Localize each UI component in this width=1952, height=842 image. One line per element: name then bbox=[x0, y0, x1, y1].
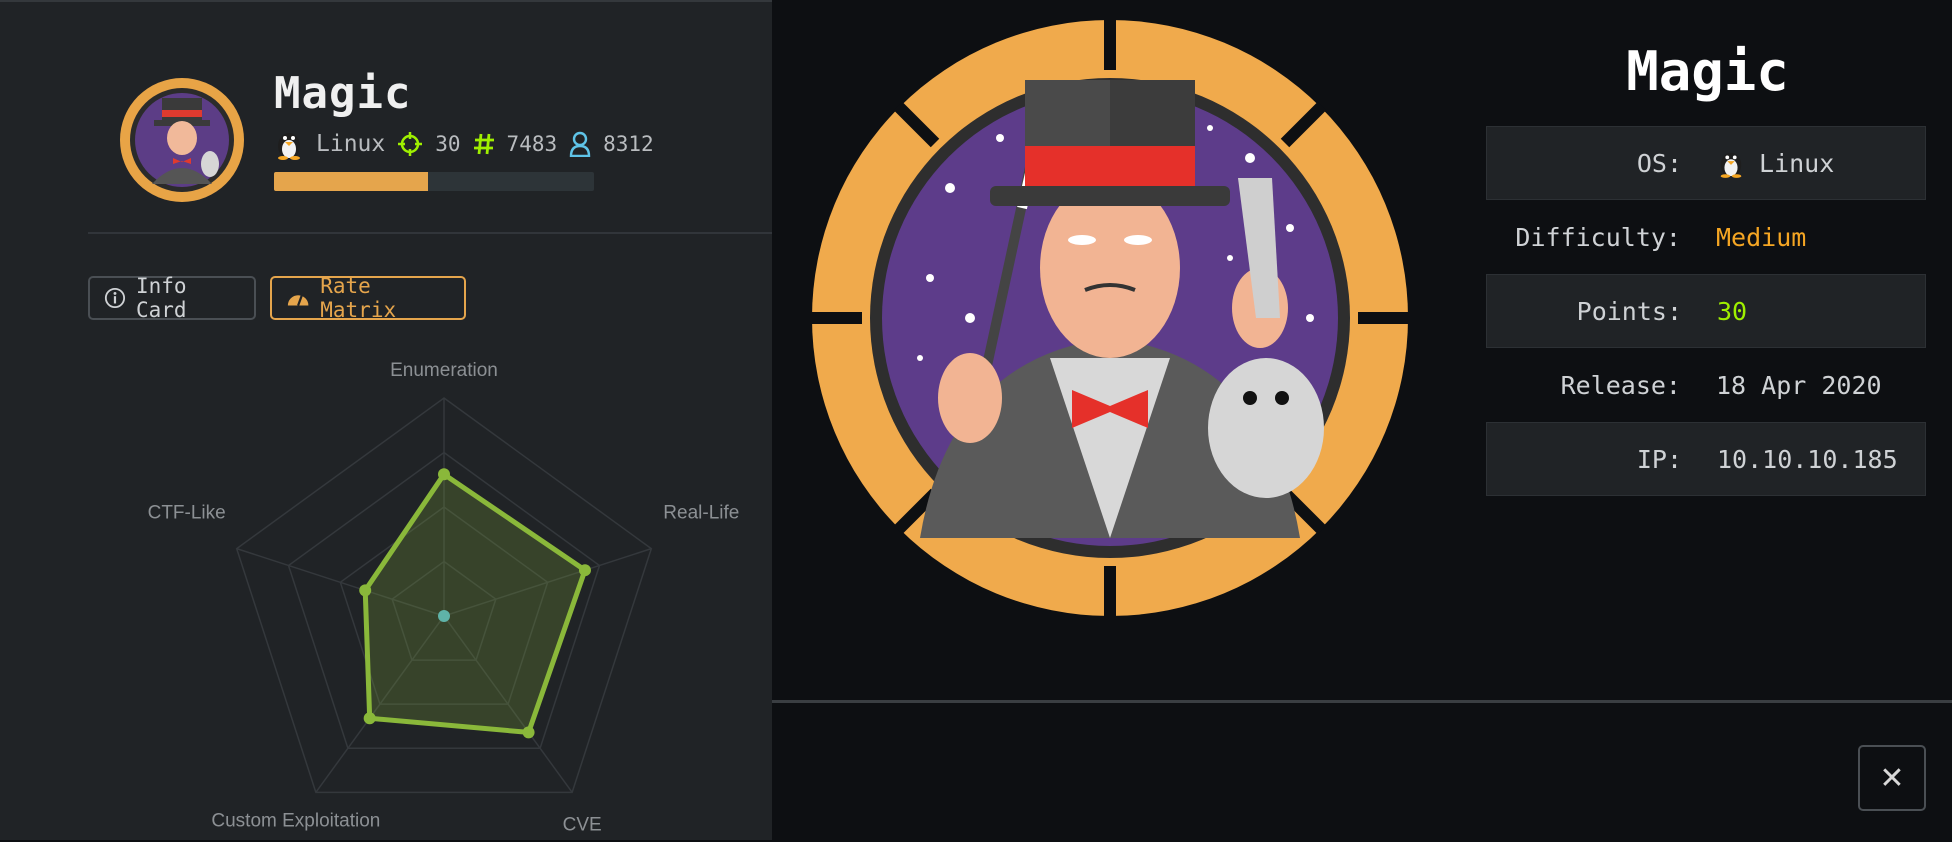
machine-details-table: OS: Linux Difficulty: Medium Points: 30 … bbox=[1486, 126, 1926, 496]
rate-matrix-radar-chart: Enumeration Real-Life CVE Custom Exploitati… bbox=[148, 360, 740, 835]
close-icon: ✕ bbox=[1879, 760, 1905, 796]
user-icon bbox=[569, 131, 591, 157]
details-row-difficulty: Difficulty: Medium bbox=[1486, 200, 1926, 274]
info-icon bbox=[104, 287, 126, 309]
details-row-points: Points: 30 bbox=[1486, 274, 1926, 348]
radar-point-enumeration bbox=[438, 468, 450, 481]
divider bbox=[88, 232, 772, 234]
machine-avatar-small bbox=[120, 78, 244, 202]
difficulty-value: Medium bbox=[1716, 222, 1807, 252]
radar-axis-label: Custom Exploitation bbox=[211, 810, 380, 831]
radar-axis-label: CTF-Like bbox=[148, 503, 226, 524]
os-row-value: Linux bbox=[1717, 147, 1834, 179]
details-row-ip: IP: 10.10.10.185 bbox=[1486, 422, 1926, 496]
radar-center-point bbox=[438, 610, 450, 622]
tab-rate-matrix[interactable]: Rate Matrix bbox=[270, 274, 466, 322]
ip-row-label: IP: bbox=[1636, 444, 1682, 474]
os-row-label: OS: bbox=[1636, 148, 1682, 178]
radar-axis-label: Real-Life bbox=[663, 503, 739, 524]
radar-point-custom-exploitation bbox=[363, 712, 376, 725]
details-title: Magic bbox=[1626, 40, 1789, 103]
radar-point-cve bbox=[522, 726, 535, 739]
crosshair-icon bbox=[398, 132, 423, 156]
difficulty-progress-bar bbox=[274, 172, 594, 191]
release-value: 18 Apr 2020 bbox=[1716, 370, 1882, 400]
radar-point-ctf-like bbox=[359, 584, 372, 597]
tab-info-card[interactable]: Info Card bbox=[88, 274, 256, 322]
os-value-text: Linux bbox=[1759, 148, 1835, 178]
close-button[interactable]: ✕ bbox=[1858, 745, 1926, 811]
ip-value: 10.10.10.185 bbox=[1717, 444, 1898, 474]
difficulty-progress-fill bbox=[274, 172, 428, 191]
os-label: Linux bbox=[316, 131, 386, 157]
machine-name: Magic bbox=[274, 68, 412, 119]
tab-rate-matrix-label: Rate Matrix bbox=[320, 274, 397, 322]
radar-series-area bbox=[362, 471, 588, 735]
linux-penguin-icon bbox=[278, 133, 300, 160]
details-row-os: OS: Linux bbox=[1486, 126, 1926, 200]
hash-icon bbox=[473, 133, 494, 155]
points-value: 30 bbox=[1717, 296, 1748, 326]
radar-axis-label: Enumeration bbox=[390, 360, 498, 381]
points-row-label: Points: bbox=[1576, 296, 1682, 326]
details-row-release: Release: 18 Apr 2020 bbox=[1486, 348, 1926, 422]
points-count: 30 bbox=[435, 132, 461, 156]
machine-stats: Linux 30 7483 8312 bbox=[274, 128, 654, 160]
release-row-label: Release: bbox=[1560, 370, 1681, 400]
radar-point-real-life bbox=[578, 564, 591, 577]
machine-profile-panel: Magic Linux 30 7483 8312 Info Card Rate … bbox=[0, 0, 772, 840]
machine-badge-image bbox=[810, 18, 1410, 618]
linux-penguin-icon bbox=[1720, 152, 1742, 178]
user-owns-count: 8312 bbox=[603, 132, 654, 156]
tab-info-card-label: Info Card bbox=[135, 274, 187, 322]
gauge-icon bbox=[287, 294, 309, 306]
radar-axis-label: CVE bbox=[563, 814, 602, 835]
divider bbox=[772, 700, 1952, 703]
root-owns-count: 7483 bbox=[506, 132, 558, 156]
difficulty-row-label: Difficulty: bbox=[1515, 222, 1681, 252]
